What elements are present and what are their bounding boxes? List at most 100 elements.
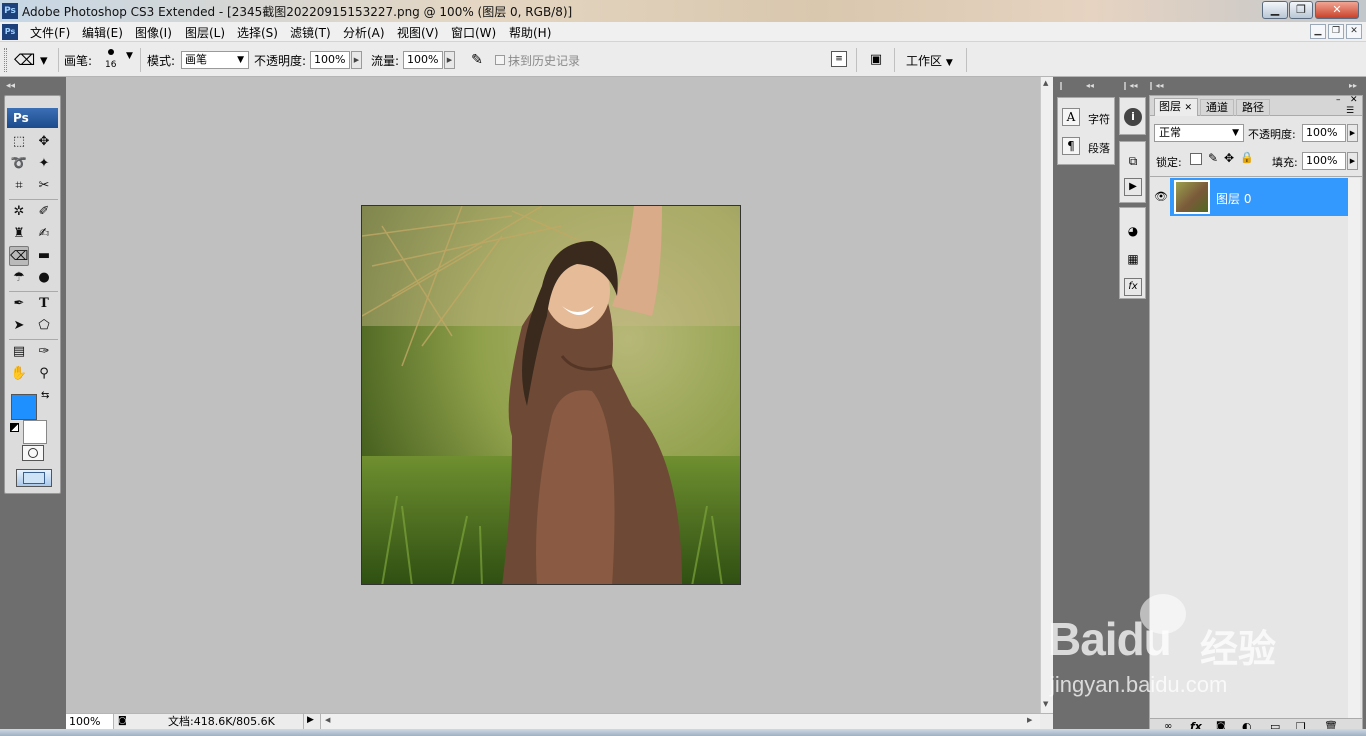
flow-input[interactable]: 100% [403,51,443,69]
history-brush-tool-icon[interactable]: ✍ [34,224,54,244]
status-menu-arrow-icon[interactable]: ▶ [307,715,314,725]
dock-collapse-icon[interactable]: ▸▸ [1349,81,1357,90]
gradient-tool-icon[interactable]: ▬ [34,246,54,266]
fill-input[interactable]: 100% [1302,152,1346,170]
notes-tool-icon[interactable]: ▤ [9,342,29,362]
blend-mode-select[interactable]: 正常 ▼ [1154,124,1244,142]
layers-scrollbar[interactable] [1348,178,1360,720]
lock-position-icon[interactable]: ✥ [1224,151,1234,165]
airbrush-icon[interactable]: ✎ [467,50,487,70]
collapse-arrows-icon[interactable]: ◂◂ [6,81,15,91]
opacity-slider-button[interactable]: ▶ [351,51,362,69]
menu-file[interactable]: 文件(F) [30,24,70,41]
menu-filter[interactable]: 滤镜(T) [290,24,331,41]
menu-view[interactable]: 视图(V) [397,24,439,41]
menu-analysis[interactable]: 分析(A) [343,24,385,41]
styles-icon[interactable]: fx [1124,278,1142,296]
layer-opacity-input[interactable]: 100% [1302,124,1346,142]
quick-mask-button[interactable] [22,445,44,461]
panel-minimize-icon[interactable]: – [1336,95,1341,105]
screen-mode-button[interactable] [16,469,52,487]
horizontal-scrollbar[interactable]: ◀ ▶ [320,714,1040,729]
layer-name[interactable]: 图层 0 [1216,190,1251,207]
panel-menu-icon[interactable]: ☰ [1346,106,1354,116]
menu-image[interactable]: 图像(I) [135,24,172,41]
visibility-eye-icon[interactable]: 👁 [1154,190,1168,203]
vertical-scrollbar[interactable]: ▲ ▼ [1040,77,1053,713]
brush-picker[interactable]: 16 ▼ [102,47,136,73]
close-button[interactable]: ✕ [1315,1,1359,19]
doc-close-button[interactable]: ✕ [1346,24,1362,39]
character-icon[interactable]: A [1062,108,1080,126]
eraser-tool-icon[interactable]: ⌫ [9,246,29,266]
paragraph-icon[interactable]: ¶ [1062,137,1080,155]
maximize-button[interactable]: ❐ [1289,1,1313,19]
pen-tool-icon[interactable]: ✒ [9,294,29,314]
dock-grip[interactable]: ‖ ◂◂ [1059,81,1115,91]
scroll-up-icon[interactable]: ▲ [1043,79,1048,87]
minimize-button[interactable]: ▁ [1262,1,1288,19]
hand-tool-icon[interactable]: ✋ [9,364,29,384]
zoom-tool-icon[interactable]: ⚲ [34,364,54,384]
tab-paths[interactable]: 路径 [1236,99,1270,116]
info-icon[interactable]: i [1124,108,1142,126]
type-tool-icon[interactable]: T [34,294,54,314]
shape-tool-icon[interactable]: ⬠ [34,316,54,336]
foreground-color-swatch[interactable] [11,394,37,420]
brush-tool-icon[interactable]: ✐ [34,202,54,222]
ps-menu-icon[interactable]: Ps [2,24,18,40]
paragraph-label[interactable]: 段落 [1088,140,1110,156]
grip-handle[interactable] [4,48,7,72]
blur-tool-icon[interactable]: ☂ [9,268,29,288]
palette-toggle-icon[interactable]: ≡ [831,51,847,67]
menu-help[interactable]: 帮助(H) [509,24,551,41]
doc-minimize-button[interactable]: ▁ [1310,24,1326,39]
workspace-button[interactable]: 工作区 ▼ [906,52,953,69]
lock-all-icon[interactable]: 🔒 [1240,151,1254,164]
lasso-tool-icon[interactable]: ➰ [9,154,29,174]
menu-select[interactable]: 选择(S) [237,24,278,41]
status-info-icon[interactable]: ◙ [118,716,127,726]
swatches-icon[interactable]: ▦ [1124,250,1142,268]
doc-restore-button[interactable]: ❐ [1328,24,1344,39]
dock-grip[interactable]: ‖ ◂◂ [1149,81,1164,90]
actions-icon[interactable]: ▶ [1124,178,1142,196]
fill-slider-button[interactable]: ▶ [1347,152,1358,170]
layer-opacity-slider-button[interactable]: ▶ [1347,124,1358,142]
slice-tool-icon[interactable]: ✂ [34,176,54,196]
menu-layer[interactable]: 图层(L) [185,24,225,41]
color-palette-icon[interactable]: ◕ [1124,222,1142,240]
menu-window[interactable]: 窗口(W) [451,24,496,41]
scroll-left-icon[interactable]: ◀ [325,716,330,724]
healing-brush-tool-icon[interactable]: ✲ [9,202,29,222]
marquee-tool-icon[interactable]: ⬚ [9,132,29,152]
panel-close-icon[interactable]: ✕ [1350,95,1358,105]
history-icon[interactable]: ⧉ [1124,152,1142,170]
dodge-tool-icon[interactable]: ● [34,268,54,288]
bridge-icon[interactable]: ▣ [864,50,888,70]
path-selection-tool-icon[interactable]: ➤ [9,316,29,336]
close-icon[interactable]: ✕ [1185,103,1193,113]
swap-colors-icon[interactable]: ⇆ [41,390,49,401]
document-image[interactable] [361,205,741,585]
tab-layers[interactable]: 图层 ✕ [1154,98,1198,116]
eyedropper-tool-icon[interactable]: ✑ [34,342,54,362]
move-tool-icon[interactable]: ✥ [34,132,54,152]
lock-pixels-icon[interactable]: ✎ [1208,151,1218,165]
default-colors-icon[interactable] [10,423,19,432]
scroll-right-icon[interactable]: ▶ [1027,716,1032,724]
erase-history-checkbox[interactable] [495,55,505,65]
dock-grip[interactable]: ‖ ◂◂ [1123,81,1138,90]
character-label[interactable]: 字符 [1088,111,1110,127]
crop-tool-icon[interactable]: ⌗ [9,176,29,196]
layer-row[interactable]: 👁 图层 0 [1152,178,1348,216]
eraser-preset-icon[interactable]: ⌫ ▾ [14,50,54,70]
menu-edit[interactable]: 编辑(E) [82,24,123,41]
opacity-input[interactable]: 100% [310,51,350,69]
zoom-field[interactable]: 100% [66,714,114,729]
background-color-swatch[interactable] [23,420,47,444]
tab-channels[interactable]: 通道 [1200,99,1234,116]
mode-select[interactable]: 画笔 ▼ [181,51,249,69]
magic-wand-tool-icon[interactable]: ✦ [34,154,54,174]
scroll-down-icon[interactable]: ▼ [1043,700,1048,708]
